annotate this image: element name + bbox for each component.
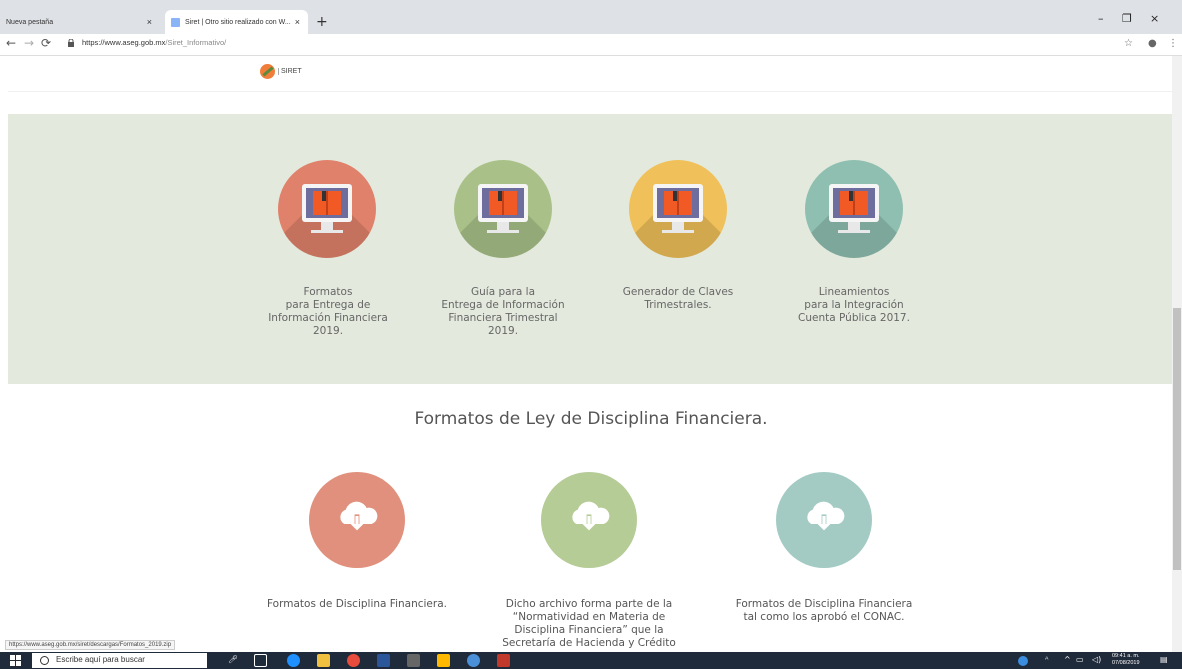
cloud-download-icon — [340, 501, 378, 531]
vertical-scrollbar[interactable] — [1172, 56, 1182, 652]
tab-close-icon[interactable]: × — [147, 17, 152, 27]
site-header: SIRET — [8, 56, 1172, 92]
show-hidden-icons-chevron-icon[interactable]: ^ — [1064, 655, 1071, 664]
resource-caption[interactable]: Guía para la Entrega de Información Fina… — [423, 286, 583, 338]
browser-toolbar: ← → ⟳ https://www.aseg.gob.mx/Siret_Info… — [0, 34, 1182, 56]
download-caption[interactable]: Dicho archivo forma parte de la “Normati… — [489, 598, 689, 650]
close-window-button[interactable]: × — [1150, 12, 1159, 25]
minimize-button[interactable]: – — [1098, 12, 1104, 25]
resource-caption[interactable]: Formatos para Entrega de Información Fin… — [248, 286, 408, 338]
restore-button[interactable]: ❐ — [1122, 12, 1132, 25]
lock-icon — [68, 39, 74, 47]
status-bar-url: https://www.aseg.gob.mx/siret/descargas/… — [5, 640, 176, 650]
download-icon-conac[interactable] — [776, 472, 872, 568]
download-caption[interactable]: Formatos de Disciplina Financiera tal co… — [724, 598, 924, 624]
page-content: SIRET Formatos para Entrega de Informaci… — [0, 56, 1182, 652]
tab-close-icon[interactable]: × — [295, 17, 300, 27]
bookmark-star-icon[interactable]: ☆ — [1124, 38, 1133, 49]
siret-logo-icon — [260, 64, 275, 79]
tab-new-tab[interactable]: Nueva pestaña × — [0, 10, 160, 34]
section-title: Formatos de Ley de Disciplina Financiera… — [414, 409, 768, 429]
page-favicon-icon — [171, 17, 180, 27]
resource-icon-formatos[interactable] — [278, 160, 376, 258]
siret-logo[interactable]: SIRET — [260, 64, 302, 79]
cortana-icon — [40, 656, 49, 665]
resource-caption[interactable]: Lineamientos para la Integración Cuenta … — [774, 286, 934, 325]
download-icon-formatos[interactable] — [309, 472, 405, 568]
app-icon[interactable] — [467, 654, 480, 667]
back-arrow-icon[interactable]: ← — [6, 36, 16, 50]
sticky-notes-icon[interactable] — [437, 654, 450, 667]
address-bar[interactable]: https://www.aseg.gob.mx/Siret_Informativ… — [82, 38, 226, 47]
volume-icon[interactable]: ◁) — [1092, 655, 1101, 664]
logo-text: SIRET — [278, 68, 302, 75]
tab-label: Nueva pestaña — [6, 18, 54, 26]
profile-avatar-icon[interactable]: ● — [1148, 38, 1157, 49]
edge-browser-icon[interactable] — [287, 654, 300, 667]
clock-date: 07/08/2019 — [1112, 660, 1140, 666]
cloud-download-icon — [572, 501, 610, 531]
resource-icon-lineamientos[interactable] — [805, 160, 903, 258]
word-icon[interactable] — [377, 654, 390, 667]
people-icon[interactable]: ᴬ — [1045, 655, 1048, 664]
search-placeholder: Escribe aquí para buscar — [56, 655, 145, 664]
notifications-icon[interactable]: ▤ — [1160, 655, 1168, 664]
url-path: /Siret_Informativo/ — [165, 38, 227, 47]
taskbar-search-input[interactable]: Escribe aquí para buscar — [32, 653, 207, 668]
tab-siret[interactable]: Siret | Otro sitio realizado con W... × — [165, 10, 308, 34]
network-icon[interactable]: ▭ — [1076, 655, 1084, 664]
download-caption[interactable]: Formatos de Disciplina Financiera. — [257, 598, 457, 611]
calculator-icon[interactable] — [407, 654, 420, 667]
url-host: https://www.aseg.gob.mx — [82, 38, 166, 47]
filezilla-icon[interactable] — [497, 654, 510, 667]
tab-strip: Nueva pestaña × Siret | Otro sitio reali… — [0, 0, 1182, 34]
microphone-icon[interactable]: 🎤︎ — [228, 655, 238, 664]
tab-label: Siret | Otro sitio realizado con W... — [185, 18, 291, 26]
chrome-browser-icon[interactable] — [347, 654, 360, 667]
menu-kebab-icon[interactable]: ⋮ — [1168, 38, 1178, 49]
clock-time: 09:41 a. m. — [1112, 653, 1140, 659]
resource-caption[interactable]: Generador de Claves Trimestrales. — [598, 286, 758, 312]
new-tab-button[interactable]: + — [316, 14, 328, 30]
download-icon-normatividad[interactable] — [541, 472, 637, 568]
task-view-icon[interactable] — [254, 654, 267, 667]
resource-icon-guia[interactable] — [454, 160, 552, 258]
windows-taskbar: Escribe aquí para buscar 🎤︎ ᴬ ^ ▭ ◁) 09:… — [0, 652, 1182, 669]
resource-icon-generador[interactable] — [629, 160, 727, 258]
windows-start-icon[interactable] — [10, 655, 21, 666]
resources-band — [8, 114, 1172, 384]
file-explorer-icon[interactable] — [317, 654, 330, 667]
reload-icon[interactable]: ⟳ — [41, 36, 51, 50]
forward-arrow-icon[interactable]: → — [24, 36, 34, 50]
taskbar-clock[interactable]: 09:41 a. m. 07/08/2019 — [1112, 653, 1140, 667]
help-icon[interactable] — [1018, 656, 1028, 666]
cloud-download-icon — [807, 501, 845, 531]
scrollbar-thumb[interactable] — [1173, 308, 1181, 570]
